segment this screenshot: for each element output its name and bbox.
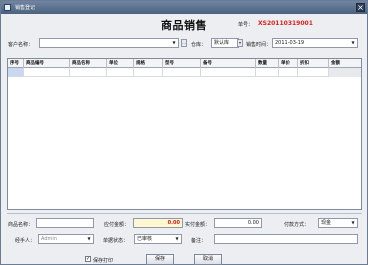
title-bar[interactable]: 销售登记 × [1, 1, 367, 14]
remark-label: 备注： [191, 238, 207, 244]
document-status-value: 已审核 [137, 236, 153, 242]
payment-method-value: 现金 [321, 220, 332, 226]
table-cell[interactable] [134, 68, 163, 77]
column-header[interactable]: 序号 [8, 59, 24, 68]
chevron-down-icon[interactable]: ▼ [174, 236, 180, 242]
divider [7, 213, 362, 214]
table-row[interactable] [8, 68, 361, 77]
paid-amount-value: 0.00 [247, 220, 259, 226]
table-cell[interactable] [163, 68, 201, 77]
table-cell[interactable] [107, 68, 134, 77]
warehouse-value: 默认库 [214, 40, 230, 46]
order-number-label: 单号： [238, 22, 254, 28]
column-header[interactable]: 商品编号 [24, 59, 70, 68]
save-button[interactable]: 保存 [146, 254, 174, 265]
column-header[interactable]: 单位 [107, 59, 134, 68]
save-print-checkbox[interactable]: ✓ [85, 256, 91, 262]
cancel-button[interactable]: 取消 [194, 254, 222, 265]
window-title: 销售登记 [15, 5, 36, 11]
page-heading: 商品销售 [161, 19, 207, 32]
product-name-label: 商品名称： [8, 222, 34, 228]
table-cell[interactable] [201, 68, 256, 77]
save-print-label: 保存打印 [93, 258, 114, 264]
column-header[interactable]: 单价 [279, 59, 298, 68]
table-cell[interactable] [279, 68, 298, 77]
handler-value: Admin [41, 236, 57, 242]
customer-label: 客户名称： [8, 42, 34, 48]
column-header[interactable]: 数量 [256, 59, 279, 68]
table-cell[interactable] [329, 68, 361, 77]
column-header[interactable]: 型号 [163, 59, 201, 68]
document-status-select[interactable]: 已审核 ▼ [134, 234, 182, 244]
document-status-label: 单据状态： [103, 238, 129, 244]
items-table[interactable]: 序号 商品编号 商品名称 单位 规格 型号 备号 数量 单价 折扣 金额 [7, 58, 362, 210]
remark-input[interactable] [214, 234, 358, 244]
chevron-down-icon[interactable]: ▼ [86, 236, 92, 242]
chevron-down-icon[interactable]: ▼ [350, 40, 356, 46]
table-cell[interactable] [24, 68, 70, 77]
table-cell[interactable] [70, 68, 107, 77]
column-header[interactable]: 折扣 [298, 59, 329, 68]
table-cell-selected[interactable] [8, 68, 24, 77]
paid-amount-input[interactable]: 0.00 [214, 218, 262, 228]
chevron-down-icon[interactable]: ▼ [171, 40, 177, 46]
column-header[interactable]: 商品名称 [70, 59, 107, 68]
product-name-input[interactable] [36, 218, 94, 228]
warehouse-select[interactable]: 默认库 [211, 38, 239, 48]
warehouse-label: 仓库： [191, 42, 207, 48]
column-header[interactable]: 备号 [201, 59, 256, 68]
paid-amount-label: 实付金额： [185, 222, 211, 228]
sale-date-picker[interactable]: 2011-03-19 ▼ [272, 38, 358, 48]
chevron-down-icon[interactable]: ▼ [350, 220, 356, 226]
sale-date-value: 2011-03-19 [275, 40, 305, 46]
payable-amount-value: 0.00 [167, 220, 180, 226]
sales-window: 销售登记 × 商品销售 单号： XS20110319001 客户名称： ▼ … … [0, 0, 368, 265]
column-header[interactable]: 金额 [329, 59, 361, 68]
payable-amount-field: 0.00 [133, 218, 183, 228]
table-header: 序号 商品编号 商品名称 单位 规格 型号 备号 数量 单价 折扣 金额 [8, 59, 361, 68]
close-button[interactable]: × [356, 3, 365, 12]
table-cell[interactable] [256, 68, 279, 77]
warehouse-dropdown-button[interactable]: ▾ [237, 39, 243, 47]
app-icon [4, 4, 11, 11]
sale-date-label: 销售时间： [246, 42, 272, 48]
handler-label: 经手人： [15, 238, 36, 244]
payment-method-select[interactable]: 现金 ▼ [318, 218, 358, 228]
table-cell[interactable] [298, 68, 329, 77]
payment-method-label: 付款方式： [284, 222, 310, 228]
column-header[interactable]: 规格 [134, 59, 163, 68]
customer-input[interactable]: ▼ [39, 38, 179, 48]
handler-select[interactable]: Admin ▼ [38, 234, 94, 244]
customer-lookup-button[interactable]: … [181, 39, 187, 47]
order-number: XS20110319001 [258, 20, 313, 27]
payable-amount-label: 应付金额： [104, 222, 130, 228]
